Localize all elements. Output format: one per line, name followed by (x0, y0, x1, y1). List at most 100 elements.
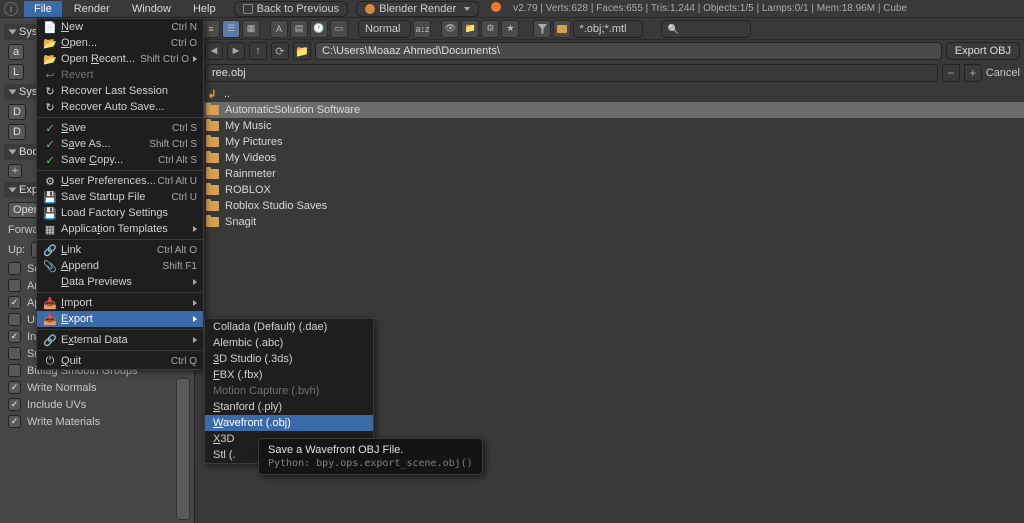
menu-item-icon: ⚙ (43, 175, 57, 188)
file-row[interactable]: AutomaticSolution Software (198, 102, 1024, 118)
system-item[interactable]: a (8, 44, 24, 60)
file-row[interactable]: Snagit (198, 214, 1024, 230)
filename-input[interactable]: ree.obj (205, 64, 938, 82)
file-menu-item[interactable]: Data Previews (37, 274, 203, 290)
file-menu-item[interactable]: 📎AppendShift F1 (37, 258, 203, 274)
checkbox-animation[interactable] (8, 279, 21, 292)
filter-glob-input[interactable]: *.obj;*.mtl (573, 20, 643, 38)
sort-direction-button[interactable]: a↕z (413, 20, 431, 38)
file-menu-item[interactable]: 💾Load Factory Settings (37, 205, 203, 221)
file-menu-item[interactable]: ▦ Application Templates (37, 221, 203, 237)
export-menu-item[interactable]: FBX (.fbx) (205, 367, 373, 383)
menu-item-label: Application Templates (61, 223, 189, 235)
file-menu-item[interactable]: 📥Import (37, 295, 203, 311)
file-menu-item[interactable]: ⚙User Preferences...Ctrl Alt U (37, 173, 203, 189)
file-menu-item[interactable]: 📄NewCtrl N (37, 19, 203, 35)
menu-item-icon: ✓ (43, 122, 57, 135)
checkbox-render_settings[interactable] (8, 313, 21, 326)
add-bookmark-button[interactable]: + (8, 164, 22, 178)
file-menu-item[interactable]: ↻Recover Auto Save... (37, 99, 203, 115)
nav-newfolder-button[interactable]: 📁 (293, 42, 311, 60)
nav-up-button[interactable]: ↑ (249, 42, 267, 60)
scene-stats: v2.79 | Verts:628 | Faces:655 | Tris:1,2… (513, 3, 907, 14)
sort-ext-button[interactable]: ▤ (290, 20, 308, 38)
view-list-long-icon[interactable]: ☰ (222, 20, 240, 38)
checkbox-selection[interactable] (8, 262, 21, 275)
menu-window[interactable]: Window (122, 1, 181, 17)
show-hidden-button[interactable]: 👁 (441, 20, 459, 38)
filter-funnel-icon[interactable] (533, 20, 551, 38)
folder-icon (206, 153, 219, 163)
file-menu-item[interactable]: ✓Save Copy...Ctrl Alt S (37, 152, 203, 168)
export-menu-item[interactable]: Stanford (.ply) (205, 399, 373, 415)
file-menu-item[interactable]: 📤Export (37, 311, 203, 327)
export-obj-button[interactable]: Export OBJ (946, 42, 1020, 60)
panel-scrollbar[interactable] (176, 378, 190, 520)
view-list-short-icon[interactable]: ≡ (202, 20, 220, 38)
checkbox-smooth[interactable] (8, 347, 21, 360)
file-row-up[interactable]: ↲.. (198, 86, 1024, 102)
search-input[interactable] (661, 20, 751, 38)
checkbox-uvs[interactable] (8, 398, 21, 411)
menu-file[interactable]: File (24, 1, 62, 17)
caret-icon (464, 7, 470, 11)
bookmark-button[interactable]: ★ (501, 20, 519, 38)
scene-icon (365, 4, 375, 14)
option-label: Write Materials (27, 416, 100, 428)
export-menu-item[interactable]: Wavefront (.obj) (205, 415, 373, 431)
menu-render[interactable]: Render (64, 1, 120, 17)
system-drive[interactable]: D (8, 104, 26, 120)
system-drive[interactable]: D (8, 124, 26, 140)
file-menu-item[interactable]: 💾Save Startup FileCtrl U (37, 189, 203, 205)
export-menu-item[interactable]: 3D Studio (.3ds) (205, 351, 373, 367)
checkbox-normals[interactable] (8, 381, 21, 394)
nav-refresh-button[interactable]: ⟳ (271, 42, 289, 60)
file-menu-item[interactable]: ✓Save As...Shift Ctrl S (37, 136, 203, 152)
directory-path-input[interactable]: C:\Users\Moaaz Ahmed\Documents\ (315, 42, 942, 60)
filename-inc-button[interactable]: + (964, 64, 982, 82)
filter-toggle-button[interactable]: ⚙ (481, 20, 499, 38)
sort-size-button[interactable]: ▭ (330, 20, 348, 38)
info-icon[interactable]: i (4, 2, 18, 16)
file-row[interactable]: Rainmeter (198, 166, 1024, 182)
render-engine-dropdown[interactable]: Blender Render (356, 1, 479, 17)
file-menu-item[interactable]: ↻Recover Last Session (37, 83, 203, 99)
cancel-button[interactable]: Cancel (986, 67, 1020, 79)
file-row[interactable]: My Videos (198, 150, 1024, 166)
menu-item-label: User Preferences... (61, 175, 158, 187)
create-dir-button[interactable]: 📁 (461, 20, 479, 38)
file-menu-item[interactable]: 📂Open...Ctrl O (37, 35, 203, 51)
filter-folder-icon[interactable] (553, 20, 571, 38)
back-to-previous-button[interactable]: Back to Previous (234, 1, 349, 17)
menu-item-icon: 📥 (43, 297, 57, 310)
file-menu-item[interactable]: ⏻QuitCtrl Q (37, 353, 203, 369)
file-row[interactable]: ROBLOX (198, 182, 1024, 198)
menu-item-icon: ▦ (43, 223, 57, 236)
file-row[interactable]: Roblox Studio Saves (198, 198, 1024, 214)
view-thumbnails-icon[interactable]: ▦ (242, 20, 260, 38)
nav-back-button[interactable]: ◄ (205, 42, 223, 60)
checkbox-edges[interactable] (8, 330, 21, 343)
file-menu-item[interactable]: 🔗External Data (37, 332, 203, 348)
checkbox-materials[interactable] (8, 415, 21, 428)
checkbox-modifiers[interactable] (8, 296, 21, 309)
menu-item-label: External Data (61, 334, 189, 346)
checkbox-bitflag[interactable] (8, 364, 21, 377)
export-menu-item[interactable]: Collada (Default) (.dae) (205, 319, 373, 335)
file-menu-item[interactable]: 🔗LinkCtrl Alt O (37, 242, 203, 258)
menu-item-label: Recover Auto Save... (61, 101, 197, 113)
file-row[interactable]: My Pictures (198, 134, 1024, 150)
nav-forward-button[interactable]: ► (227, 42, 245, 60)
menu-item-label: Recover Last Session (61, 85, 197, 97)
display-mode-select[interactable]: Normal (358, 20, 411, 38)
system-item[interactable]: L (8, 64, 24, 80)
menu-help[interactable]: Help (183, 1, 226, 17)
menu-item-label: Open... (61, 37, 171, 49)
export-menu-item[interactable]: Alembic (.abc) (205, 335, 373, 351)
file-menu-item[interactable]: ✓SaveCtrl S (37, 120, 203, 136)
file-menu-item[interactable]: 📂Open Recent...Shift Ctrl O (37, 51, 203, 67)
sort-time-button[interactable]: 🕐 (310, 20, 328, 38)
filename-dec-button[interactable]: − (942, 64, 960, 82)
sort-alpha-button[interactable]: A (270, 20, 288, 38)
file-row[interactable]: My Music (198, 118, 1024, 134)
